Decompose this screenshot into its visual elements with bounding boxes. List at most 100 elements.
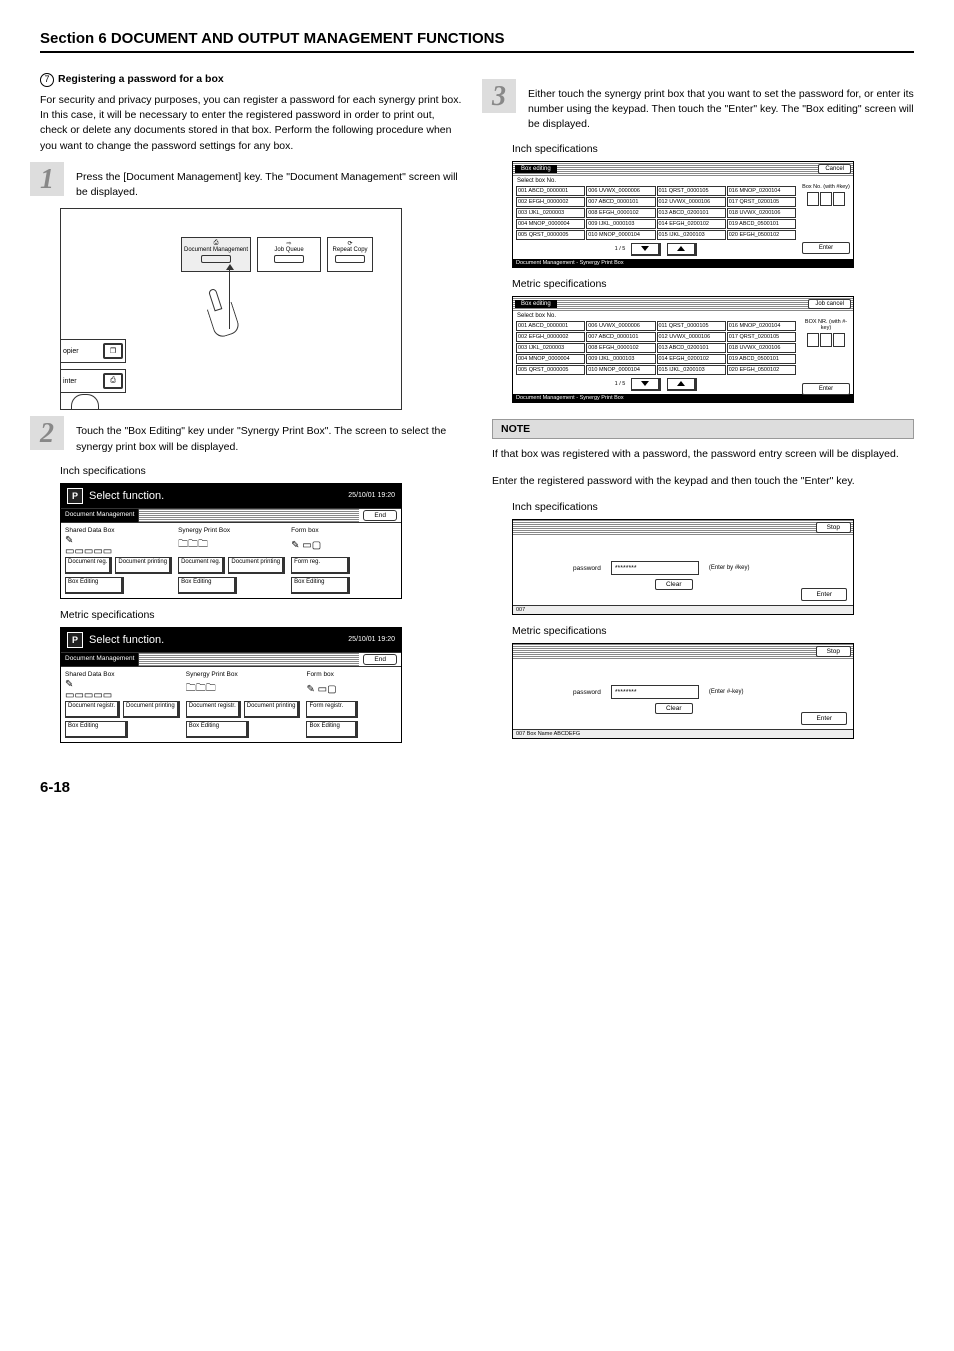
form-reg-button[interactable]: Form registr.: [306, 701, 357, 718]
repeat-copy-key[interactable]: ⟳ Repeat Copy: [327, 237, 373, 272]
doc-print-button[interactable]: Document printing: [123, 701, 180, 718]
copier-key[interactable]: opier ❐: [61, 339, 126, 363]
box-cell[interactable]: 018 UVWX_0200106: [727, 343, 796, 353]
password-hint: (Enter #-key): [709, 689, 744, 695]
box-cell[interactable]: 016 MNOP_0200104: [727, 321, 796, 331]
lcd-title-text: Select function.: [89, 490, 164, 502]
end-button[interactable]: End: [363, 654, 397, 665]
box-cell[interactable]: 016 MNOP_0200104: [727, 186, 796, 196]
box-editing-button[interactable]: Box Editing: [65, 721, 128, 738]
box-cell[interactable]: 003 IJKL_0200003: [516, 343, 585, 353]
metric-spec-label: Metric specifications: [512, 278, 914, 290]
box-editing-title: Box editing: [515, 165, 557, 173]
clear-button[interactable]: Clear: [655, 703, 693, 714]
box-cell[interactable]: 005 QRST_0000005: [516, 365, 585, 375]
box-cell[interactable]: 018 UVWX_0200106: [727, 208, 796, 218]
box-cell[interactable]: 013 ABCD_0200101: [657, 208, 726, 218]
box-cell[interactable]: 006 UVWX_0000006: [586, 321, 655, 331]
box-cell[interactable]: 009 IJKL_0000103: [586, 354, 655, 364]
box-cell[interactable]: 010 MNOP_0000104: [586, 230, 655, 240]
doc-reg-button[interactable]: Document reg.: [178, 557, 225, 574]
box-cell[interactable]: 011 QRST_0000105: [657, 186, 726, 196]
password-input[interactable]: [611, 685, 699, 699]
job-queue-key[interactable]: ⇨ Job Queue: [257, 237, 321, 272]
box-cell[interactable]: 002 EFGH_0000002: [516, 332, 585, 342]
box-cell[interactable]: 019 ABCD_0500101: [727, 354, 796, 364]
box-cell[interactable]: 017 QRST_0200105: [727, 197, 796, 207]
p-icon: P: [67, 632, 83, 648]
box-editing-button[interactable]: Box Editing: [291, 577, 350, 594]
doc-reg-button[interactable]: Document reg.: [65, 557, 112, 574]
box-cell[interactable]: 007 ABCD_0000101: [586, 332, 655, 342]
box-editing-button[interactable]: Box Editing: [178, 577, 237, 594]
box-cell[interactable]: 015 IJKL_0200103: [657, 230, 726, 240]
lcd-bar-fill: [139, 509, 359, 522]
job-queue-icon: ⇨: [287, 240, 292, 247]
synergy-print-box-title: Synergy Print Box: [178, 527, 285, 534]
doc-print-button[interactable]: Document printing: [115, 557, 172, 574]
printer-key[interactable]: inter ⎙: [61, 369, 126, 393]
box-editing-button[interactable]: Box Editing: [306, 721, 357, 738]
box-cell[interactable]: 001 ABCD_0000001: [516, 321, 585, 331]
numpad-display: [802, 192, 850, 206]
box-cell[interactable]: 015 IJKL_0200103: [657, 365, 726, 375]
end-button[interactable]: End: [363, 510, 397, 521]
intro-text: For security and privacy purposes, you c…: [40, 93, 462, 154]
box-cell[interactable]: 011 QRST_0000105: [657, 321, 726, 331]
step-1: 1 Press the [Document Management] key. T…: [40, 166, 462, 200]
box-cell[interactable]: 003 IJKL_0200003: [516, 208, 585, 218]
box-cell[interactable]: 005 QRST_0000005: [516, 230, 585, 240]
doc-reg-button[interactable]: Document registr.: [186, 701, 241, 718]
clear-button[interactable]: Clear: [655, 579, 693, 590]
box-cell[interactable]: 012 UVWX_0000106: [657, 197, 726, 207]
stop-button[interactable]: Stop: [816, 522, 851, 533]
box-editing-button[interactable]: Box Editing: [186, 721, 249, 738]
password-input[interactable]: [611, 561, 699, 575]
box-cell[interactable]: 006 UVWX_0000006: [586, 186, 655, 196]
form-reg-button[interactable]: Form reg.: [291, 557, 350, 574]
repeat-icon: ⟳: [348, 240, 353, 247]
box-cell[interactable]: 004 MNOP_0000004: [516, 354, 585, 364]
doc-management-key[interactable]: ⎙ Document Management: [181, 237, 251, 272]
box-cell[interactable]: 014 EFGH_0200102: [657, 354, 726, 364]
box-no-label: BOX NR. (with #-key): [802, 319, 850, 331]
box-cell[interactable]: 012 UVWX_0000106: [657, 332, 726, 342]
box-cell[interactable]: 001 ABCD_0000001: [516, 186, 585, 196]
page-down-button[interactable]: [631, 378, 661, 391]
stop-button[interactable]: Stop: [816, 646, 851, 657]
page-indicator: 1 / 5: [615, 381, 626, 387]
box-cell[interactable]: 008 EFGH_0000102: [586, 208, 655, 218]
enter-button[interactable]: Enter: [802, 242, 850, 254]
page-up-button[interactable]: [667, 243, 697, 256]
doc-print-button[interactable]: Document printing: [244, 701, 301, 718]
panel-curve: [71, 394, 99, 409]
box-cell[interactable]: 009 IJKL_0000103: [586, 219, 655, 229]
enter-button[interactable]: Enter: [801, 588, 847, 601]
box-cell[interactable]: 020 EFGH_0500102: [727, 365, 796, 375]
copier-label: opier: [63, 348, 79, 355]
box-cell[interactable]: 020 EFGH_0500102: [727, 230, 796, 240]
box-cell[interactable]: 004 MNOP_0000004: [516, 219, 585, 229]
box-cell[interactable]: 017 QRST_0200105: [727, 332, 796, 342]
page-down-button[interactable]: [631, 243, 661, 256]
box-editing-screen-inch: Box editing Cancel Select box No. 001 AB…: [512, 161, 854, 268]
repeat-label: Repeat Copy: [333, 247, 368, 253]
job-cancel-button[interactable]: Job cancel: [808, 299, 851, 309]
box-cell[interactable]: 019 ABCD_0500101: [727, 219, 796, 229]
page-up-button[interactable]: [667, 378, 697, 391]
lcd-breadcrumb: Document Management: [61, 653, 139, 666]
box-cell[interactable]: 010 MNOP_0000104: [586, 365, 655, 375]
box-cell[interactable]: 007 ABCD_0000101: [586, 197, 655, 207]
doc-print-button[interactable]: Document printing: [228, 557, 285, 574]
box-cell[interactable]: 002 EFGH_0000002: [516, 197, 585, 207]
numpad-display: [802, 333, 850, 347]
box-no-label: Box No. (with #key): [802, 184, 850, 190]
box-editing-button[interactable]: Box Editing: [65, 577, 124, 594]
enter-button[interactable]: Enter: [802, 383, 850, 395]
box-cell[interactable]: 013 ABCD_0200101: [657, 343, 726, 353]
doc-reg-button[interactable]: Document registr.: [65, 701, 120, 718]
enter-button[interactable]: Enter: [801, 712, 847, 725]
box-cell[interactable]: 014 EFGH_0200102: [657, 219, 726, 229]
cancel-button[interactable]: Cancel: [818, 164, 851, 174]
box-cell[interactable]: 008 EFGH_0000102: [586, 343, 655, 353]
